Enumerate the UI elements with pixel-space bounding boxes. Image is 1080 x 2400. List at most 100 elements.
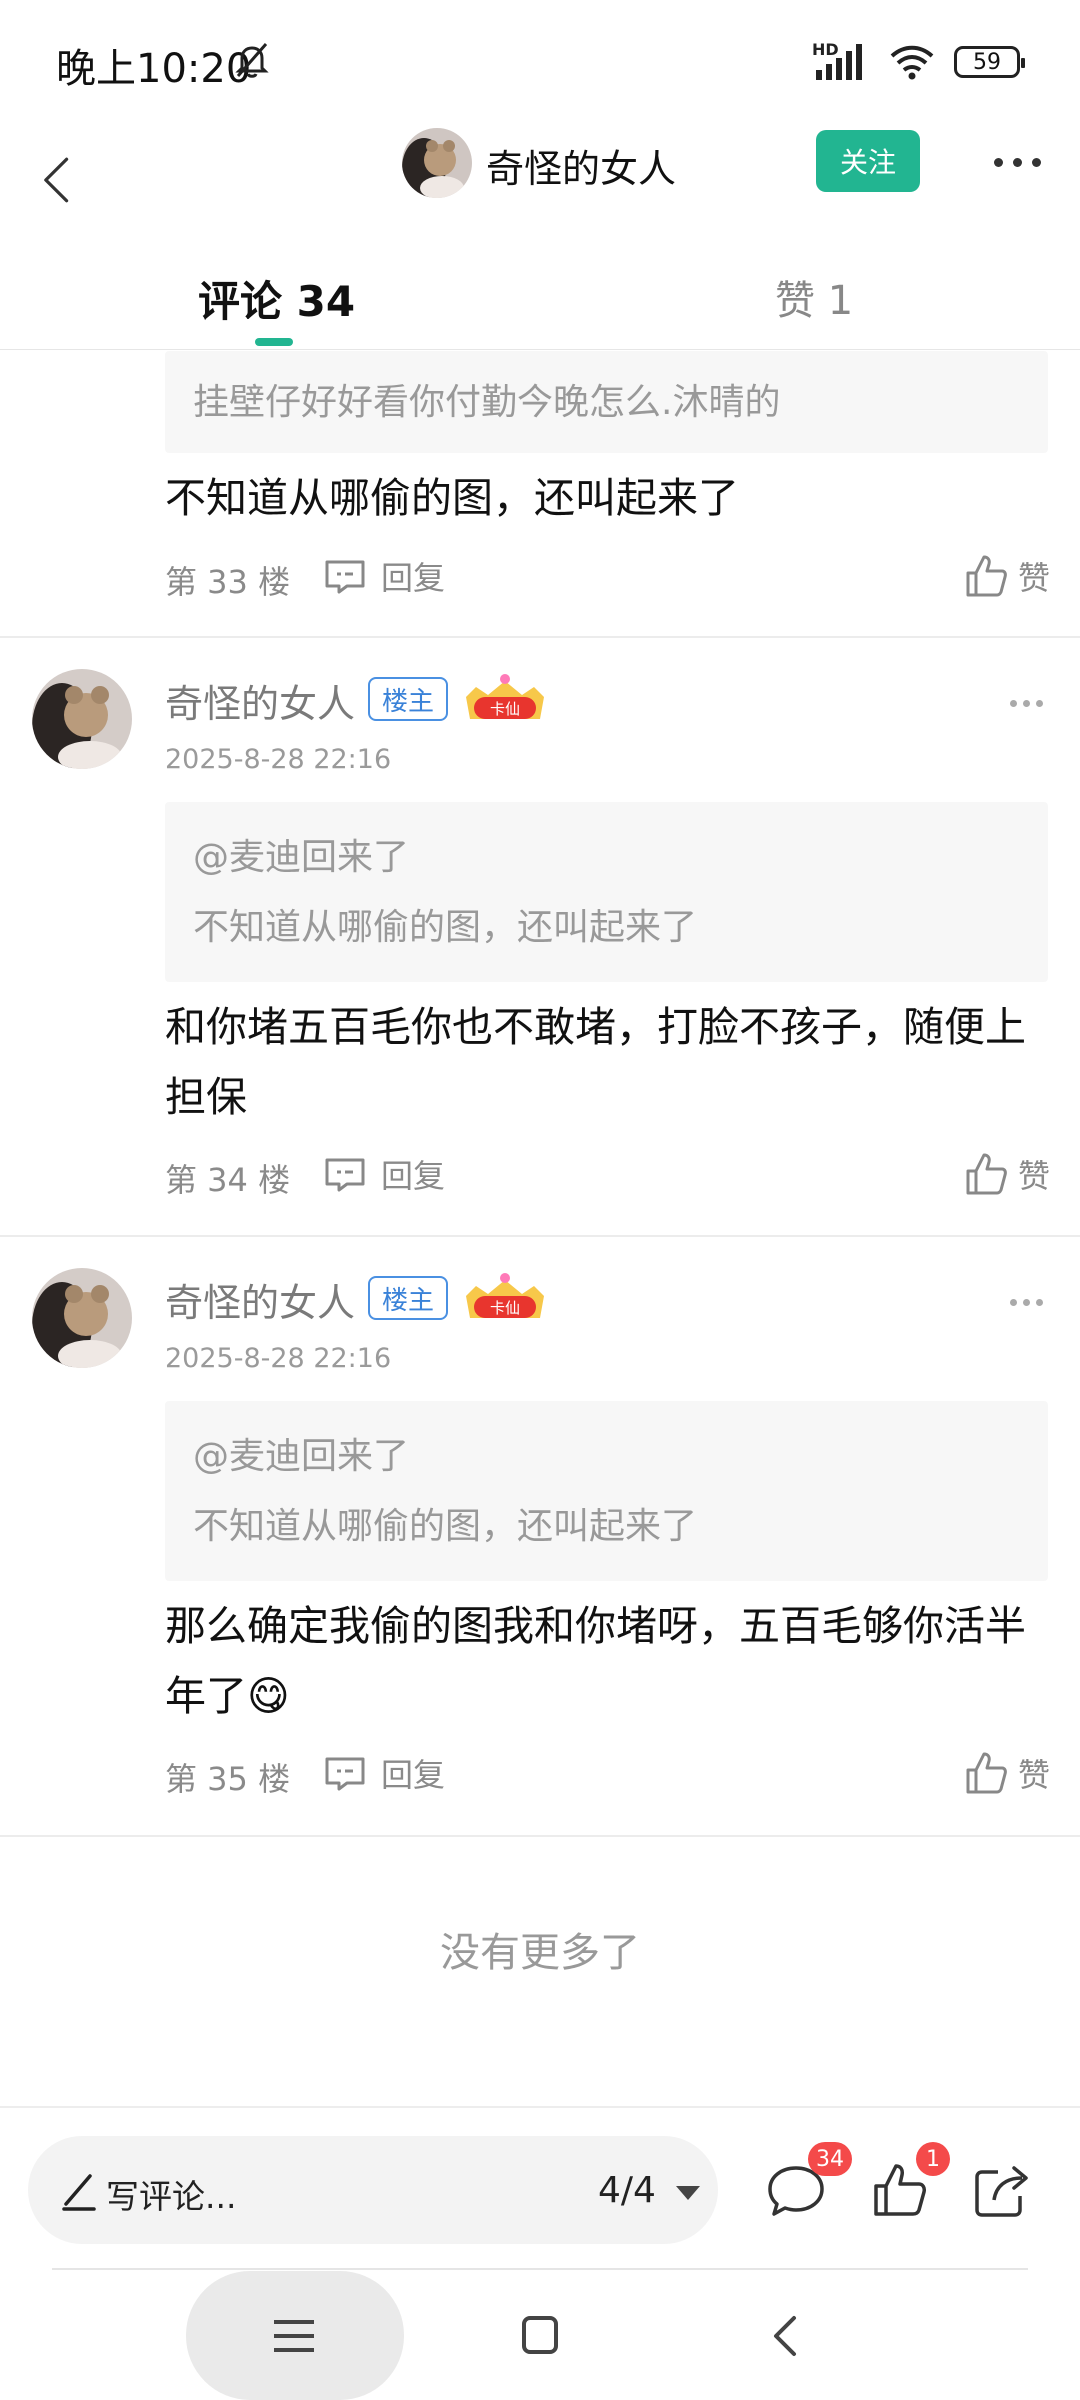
more-dot bbox=[1036, 699, 1043, 707]
level-badge-text: 卡仙 bbox=[490, 700, 520, 718]
share-button[interactable] bbox=[972, 2162, 1032, 2218]
more-dot bbox=[1031, 157, 1041, 167]
home-square-icon[interactable] bbox=[522, 2316, 558, 2354]
share-icon bbox=[975, 2166, 1028, 2217]
more-dot bbox=[1023, 699, 1030, 707]
caret-down-icon[interactable] bbox=[676, 2186, 700, 2200]
comment-author[interactable]: 奇怪的女人 bbox=[165, 673, 355, 728]
write-comment-placeholder: 写评论... bbox=[106, 2177, 237, 2216]
battery-icon: 59 bbox=[954, 46, 1025, 78]
like-button[interactable]: 赞 bbox=[964, 1748, 1050, 1798]
header-user-name[interactable]: 奇怪的女人 bbox=[486, 138, 676, 193]
crown-badge-icon: 卡仙 bbox=[466, 1273, 544, 1318]
more-dots-icon bbox=[1010, 1298, 1017, 1306]
more-button[interactable] bbox=[982, 140, 1052, 184]
quote-box[interactable]: @麦迪回来了 不知道从哪偷的图，还叫起来了 bbox=[165, 1401, 1048, 1581]
comment-count-button[interactable]: 34 bbox=[766, 2142, 852, 2218]
level-badge: 卡仙 bbox=[460, 1272, 550, 1324]
like-count-button[interactable]: 1 bbox=[870, 2142, 950, 2218]
reply-label: 回复 bbox=[381, 559, 446, 597]
comment-actions: 第 33 楼 回复 赞 bbox=[165, 551, 1050, 601]
network-type-label: HD bbox=[812, 40, 839, 59]
floor-label: 第 33 楼 bbox=[165, 563, 291, 601]
comment-text: 不知道从哪偷的图，还叫起来了 bbox=[165, 474, 739, 522]
level-badge: 卡仙 bbox=[460, 673, 550, 725]
quote-box[interactable]: 挂壁仔好好看你付勤今晚怎么.沐晴的 bbox=[165, 351, 1048, 453]
nav-back-icon[interactable] bbox=[768, 2314, 800, 2358]
divider bbox=[0, 1835, 1080, 1837]
page-indicator[interactable]: 4/4 bbox=[598, 2170, 656, 2211]
quote-text: 挂壁仔好好看你付勤今晚怎么.沐晴的 bbox=[193, 382, 781, 423]
like-label: 赞 bbox=[1017, 559, 1050, 597]
status-time: 晚上10:20 bbox=[56, 46, 252, 92]
signal-icon: HD bbox=[812, 40, 870, 82]
tab-comments[interactable]: 评论 34 bbox=[198, 268, 355, 329]
comment-more-button[interactable] bbox=[1010, 1296, 1046, 1308]
no-more-label: 没有更多了 bbox=[440, 1930, 640, 1976]
quote-mention[interactable]: @麦迪回来了 bbox=[193, 828, 409, 880]
comment-text: 和你堵五百毛你也不敢堵，打脸不孩子，随便上担保 bbox=[165, 1003, 1026, 1121]
divider bbox=[0, 636, 1080, 638]
write-comment-input[interactable]: 写评论... 4/4 bbox=[28, 2136, 718, 2244]
tab-bar: 评论 34 赞 1 bbox=[0, 240, 1080, 350]
comment-date: 2025-8-28 22:16 bbox=[165, 1343, 392, 1374]
comment-avatar[interactable] bbox=[32, 1268, 132, 1368]
floor-label: 第 35 楼 bbox=[165, 1760, 291, 1798]
back-arrow-icon bbox=[44, 157, 69, 203]
quote-mention[interactable]: @麦迪回来了 bbox=[193, 1427, 409, 1479]
top-header: 奇怪的女人 关注 bbox=[0, 120, 1080, 240]
reply-button[interactable]: 回复 bbox=[323, 1748, 445, 1798]
like-button[interactable]: 赞 bbox=[964, 1149, 1050, 1199]
more-dot bbox=[1023, 1298, 1030, 1306]
more-dots-icon bbox=[1010, 699, 1017, 707]
quote-box[interactable]: @麦迪回来了 不知道从哪偷的图，还叫起来了 bbox=[165, 802, 1048, 982]
active-tab-indicator bbox=[255, 338, 293, 346]
battery-level: 59 bbox=[973, 49, 1001, 75]
menu-icon[interactable] bbox=[272, 2318, 316, 2354]
thumbs-up-icon bbox=[966, 1752, 1007, 1794]
quote-text: 不知道从哪偷的图，还叫起来了 bbox=[193, 907, 698, 948]
reply-icon bbox=[325, 1757, 365, 1791]
comment-count-badge: 34 bbox=[808, 2142, 852, 2176]
crown-badge-icon: 卡仙 bbox=[466, 674, 544, 719]
reply-label: 回复 bbox=[381, 1756, 446, 1794]
comment-text: 那么确定我偷的图我和你堵呀，五百毛够你活半年了 bbox=[165, 1602, 1026, 1720]
like-count-badge: 1 bbox=[916, 2142, 950, 2176]
more-dots-icon bbox=[993, 157, 1003, 167]
follow-button[interactable]: 关注 bbox=[816, 130, 920, 192]
like-button[interactable]: 赞 bbox=[964, 551, 1050, 601]
thumbs-up-icon bbox=[966, 555, 1007, 597]
tab-likes[interactable]: 赞 1 bbox=[775, 268, 853, 326]
floor-label: 第 34 楼 bbox=[165, 1161, 291, 1199]
comment-date: 2025-8-28 22:16 bbox=[165, 744, 392, 775]
avatar-image bbox=[402, 128, 472, 198]
comment-more-button[interactable] bbox=[1010, 697, 1046, 709]
nav-divider bbox=[52, 2268, 1028, 2270]
like-label: 赞 bbox=[1017, 1157, 1050, 1195]
status-bar: 晚上10:20 HD 59 bbox=[0, 0, 1080, 120]
avatar-image bbox=[32, 1268, 132, 1368]
comment-author[interactable]: 奇怪的女人 bbox=[165, 1272, 355, 1327]
mute-bell-icon bbox=[235, 43, 269, 78]
avatar-image bbox=[32, 669, 132, 769]
reply-label: 回复 bbox=[381, 1157, 446, 1195]
back-button[interactable] bbox=[22, 140, 92, 220]
status-right-icons: HD 59 bbox=[812, 40, 1025, 84]
reply-button[interactable]: 回复 bbox=[323, 551, 445, 601]
divider bbox=[0, 1235, 1080, 1237]
level-badge-text: 卡仙 bbox=[490, 1299, 520, 1317]
wifi-icon bbox=[890, 45, 934, 80]
bottom-action-bar: 写评论... 4/4 34 1 bbox=[0, 2106, 1080, 2266]
reply-icon bbox=[325, 1158, 365, 1192]
comment-text-block: 那么确定我偷的图我和你堵呀，五百毛够你活半年了😋 bbox=[165, 1591, 1055, 1731]
more-dot bbox=[1012, 157, 1022, 167]
reply-button[interactable]: 回复 bbox=[323, 1149, 445, 1199]
comment-avatar[interactable] bbox=[32, 669, 132, 769]
quote-text: 不知道从哪偷的图，还叫起来了 bbox=[193, 1506, 698, 1547]
reply-icon bbox=[325, 560, 365, 594]
like-label: 赞 bbox=[1017, 1756, 1050, 1794]
emoji-drooling-icon: 😋 bbox=[247, 1672, 290, 1720]
comment-actions: 第 35 楼 回复 赞 bbox=[165, 1748, 1050, 1798]
header-avatar[interactable] bbox=[402, 128, 472, 198]
owner-badge: 楼主 bbox=[368, 1276, 448, 1320]
